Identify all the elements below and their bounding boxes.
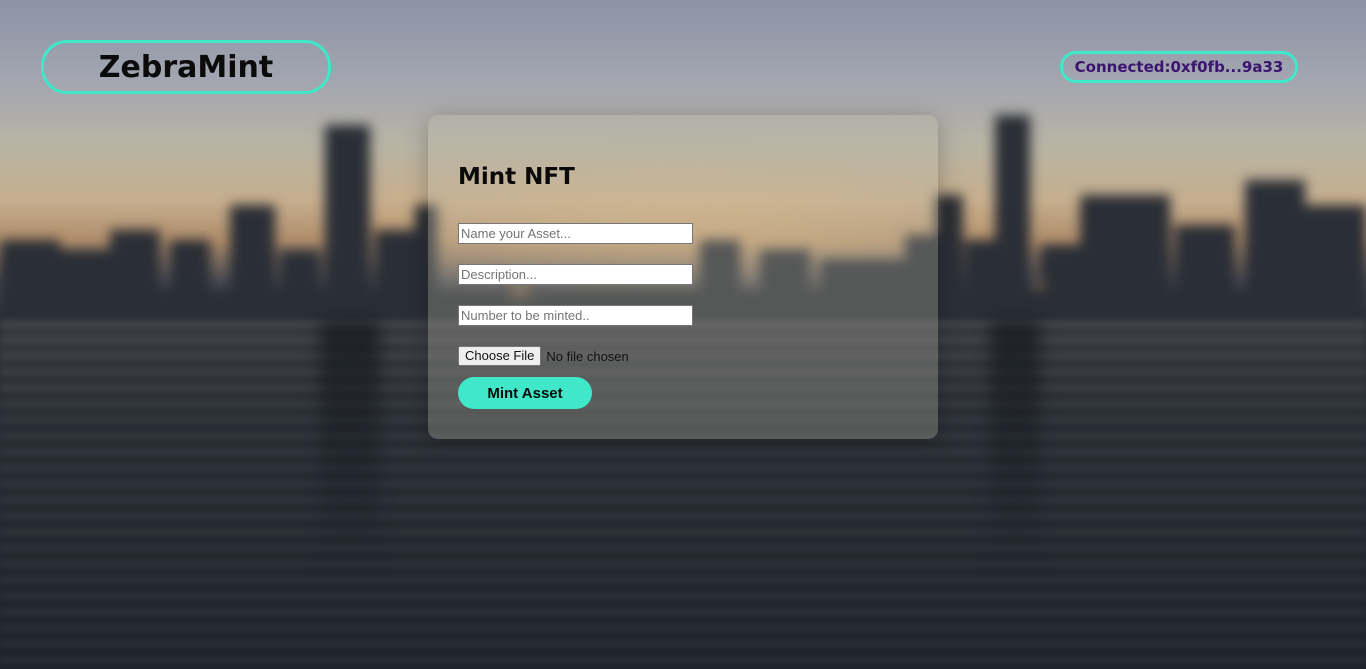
- file-picker: Choose File No file chosen: [458, 346, 629, 366]
- mint-asset-button[interactable]: Mint Asset: [458, 377, 592, 409]
- file-status-text: No file chosen: [546, 348, 629, 364]
- mint-form-title: Mint NFT: [458, 164, 575, 190]
- asset-description-input[interactable]: [458, 264, 693, 285]
- brand-name: ZebraMint: [98, 49, 274, 85]
- choose-file-button[interactable]: Choose File: [458, 346, 542, 366]
- wallet-address-text: Connected:0xf0fb...9a33: [1074, 58, 1284, 76]
- mint-nft-card: Mint NFT Choose File No file chosen Mint…: [428, 115, 938, 439]
- tower-reflection: [990, 320, 1040, 580]
- asset-name-input[interactable]: [458, 223, 693, 244]
- wallet-connection-badge[interactable]: Connected:0xf0fb...9a33: [1060, 51, 1298, 83]
- mint-quantity-input[interactable]: [458, 305, 693, 326]
- brand-logo[interactable]: ZebraMint: [41, 40, 331, 94]
- tower-reflection: [320, 320, 380, 580]
